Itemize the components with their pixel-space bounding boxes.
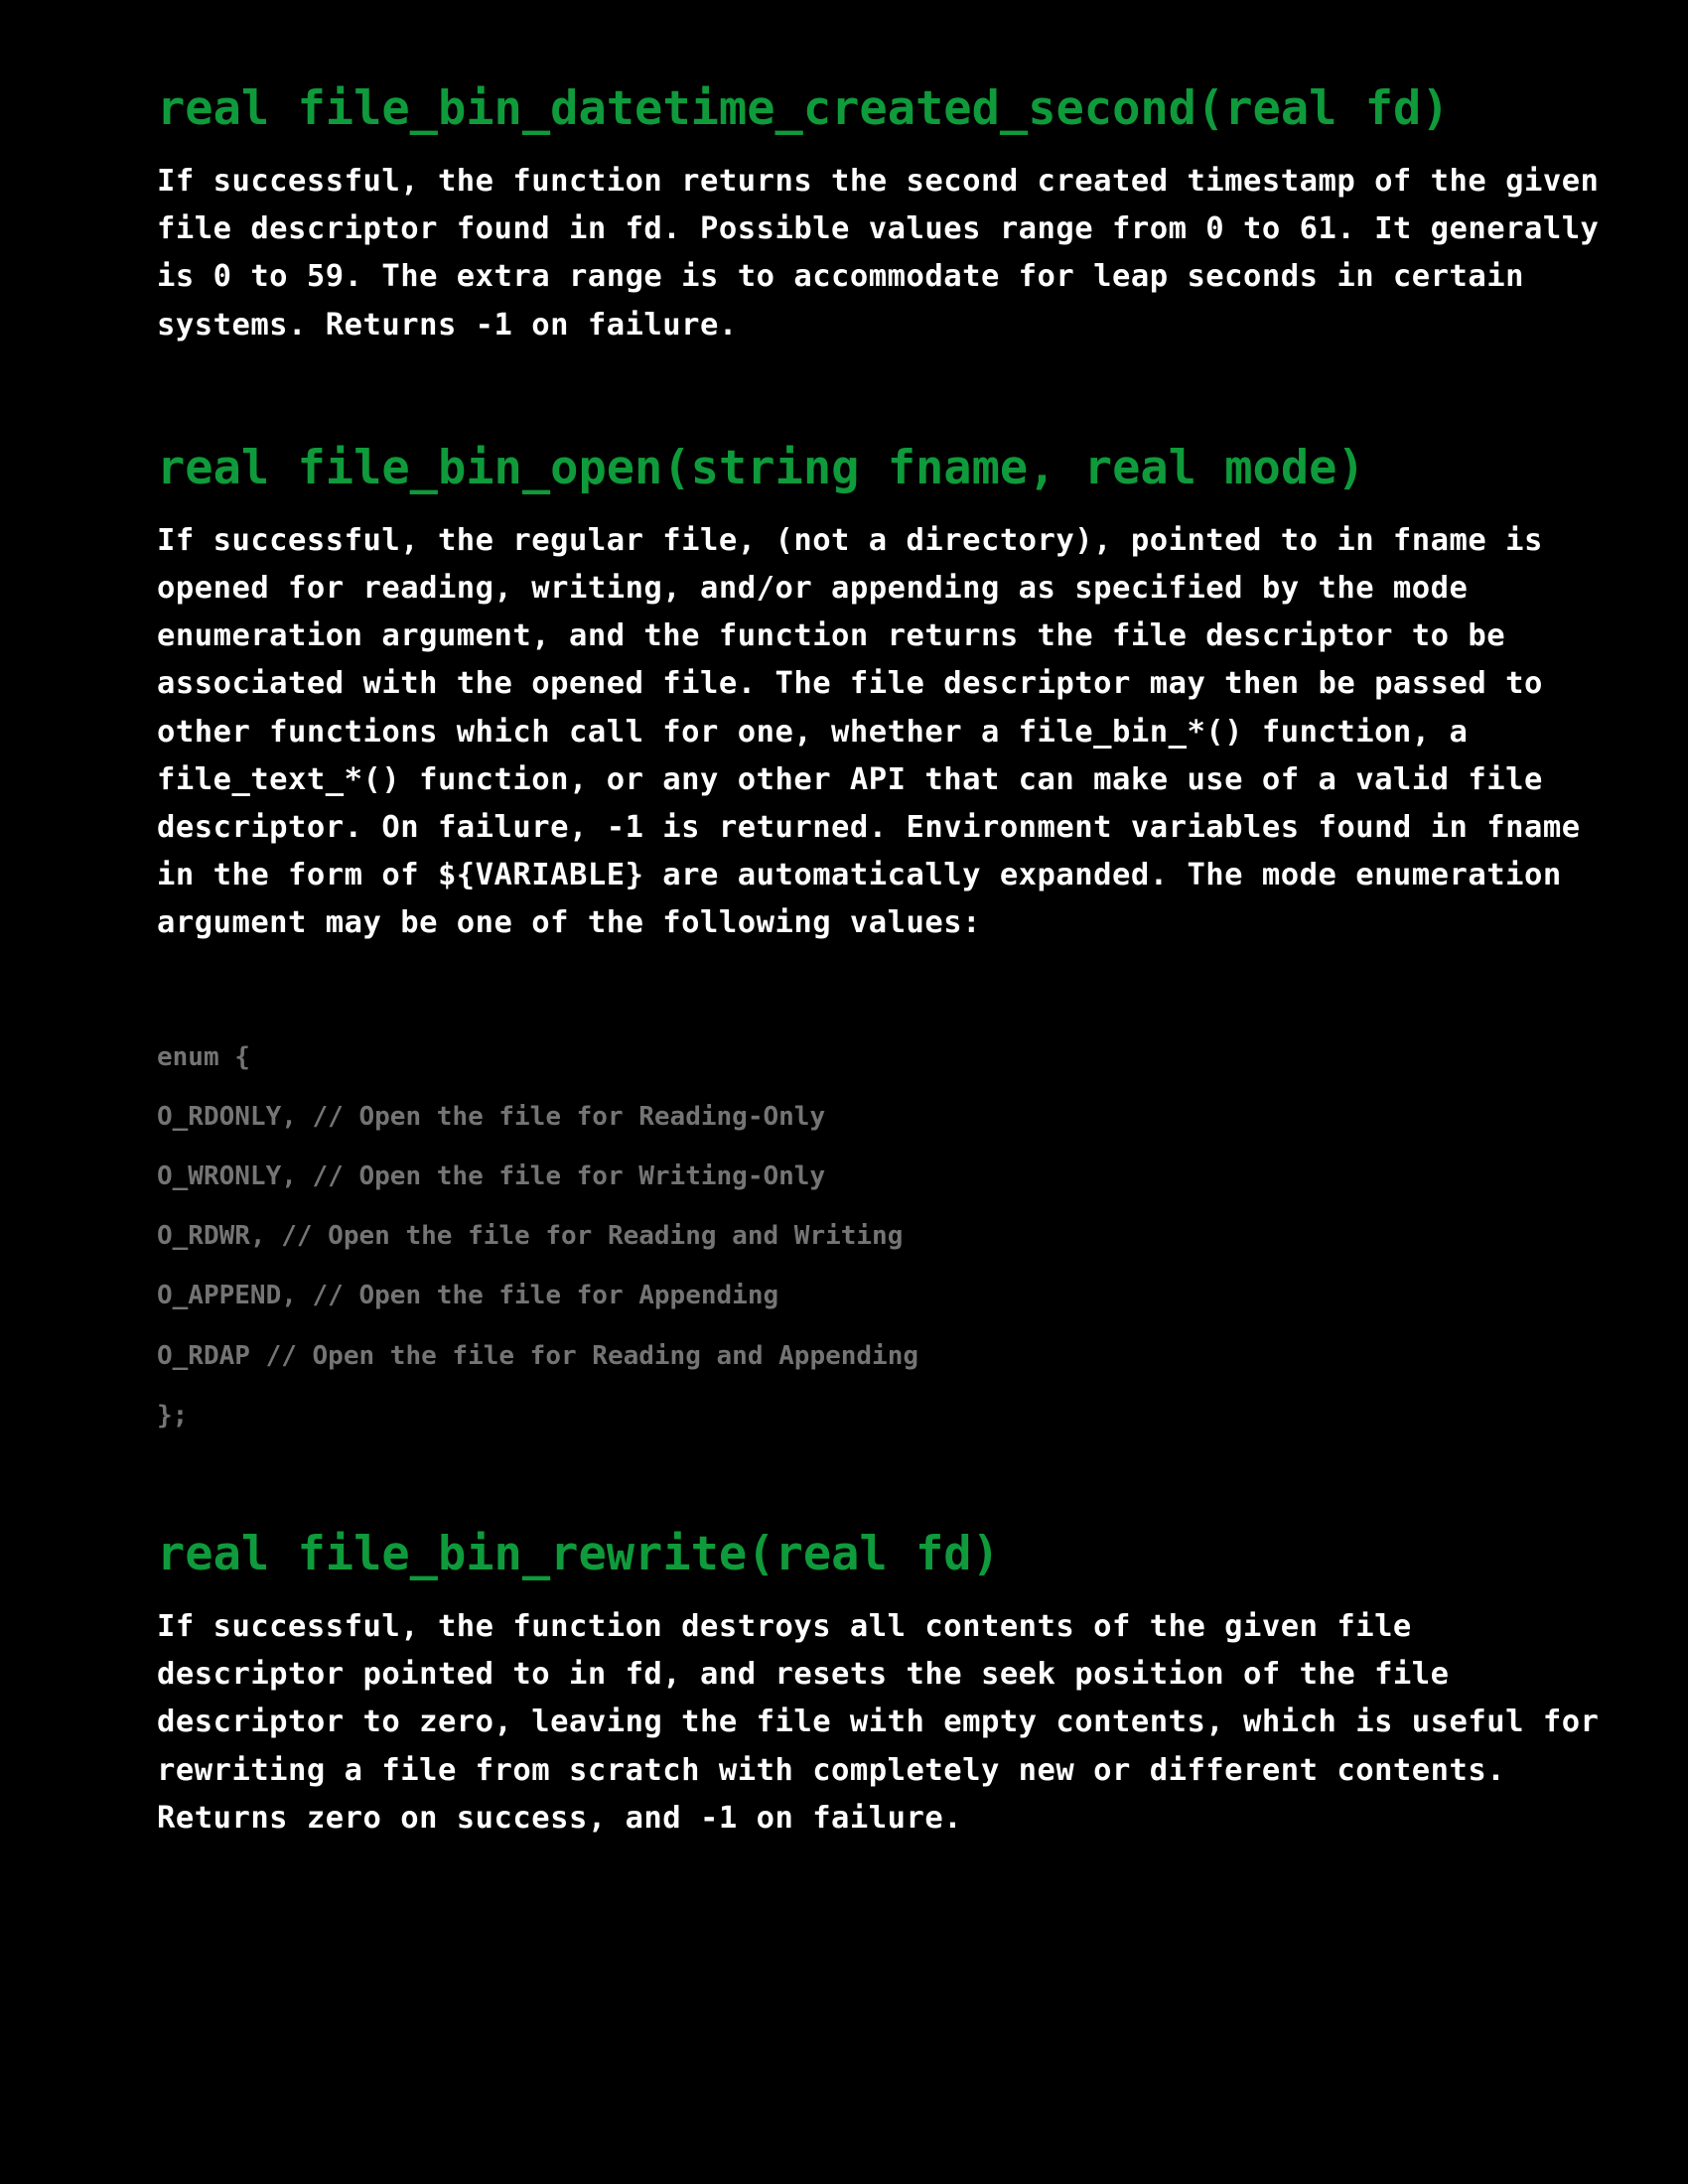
function-section-bin-open: real file_bin_open(string fname, real mo… [157,439,1607,1445]
function-section-bin-rewrite: real file_bin_rewrite(real fd) If succes… [157,1525,1607,1843]
code-line: O_RDONLY, // Open the file for Reading-O… [157,1101,826,1132]
code-line: O_RDAP // Open the file for Reading and … [157,1340,919,1371]
function-description: If successful, the regular file, (not a … [157,522,1581,941]
code-line: O_WRONLY, // Open the file for Writing-O… [157,1161,826,1192]
function-signature: real file_bin_rewrite(real fd) [157,1527,1000,1582]
code-line: }; [157,1400,189,1431]
function-signature: real file_bin_datetime_created_second(re… [157,81,1450,136]
code-line: enum { [157,1041,250,1072]
function-description: If successful, the function returns the … [157,164,1600,342]
function-section-datetime-created-second: real file_bin_datetime_created_second(re… [157,79,1607,349]
documentation-page: real file_bin_datetime_created_second(re… [157,79,1607,1843]
code-line: O_RDWR, // Open the file for Reading and… [157,1221,904,1252]
mode-enum-code-block: enum { O_RDONLY, // Open the file for Re… [157,1027,1607,1445]
function-description: If successful, the function destroys all… [157,1609,1600,1836]
code-line: O_APPEND, // Open the file for Appending [157,1281,779,1311]
function-signature: real file_bin_open(string fname, real mo… [157,440,1365,495]
